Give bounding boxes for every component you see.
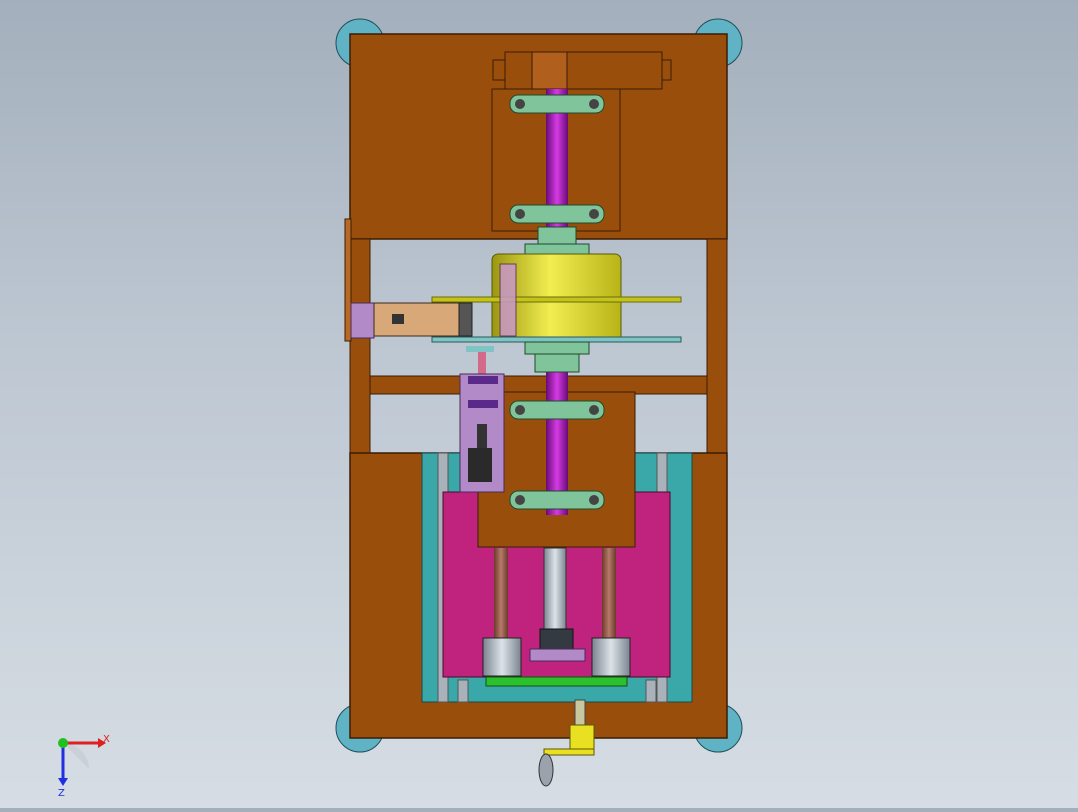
crank-handle xyxy=(538,753,554,787)
assembly-drawing[interactable]: X Z xyxy=(0,0,1078,808)
y-axis-dot xyxy=(58,738,68,748)
linear-bearing-left xyxy=(482,637,522,677)
upper-disc xyxy=(431,296,682,303)
sensor-bracket[interactable] xyxy=(459,346,505,493)
lead-screw xyxy=(543,547,567,631)
arm-body xyxy=(373,302,460,337)
side-mount-plate xyxy=(344,218,352,342)
bearing-2 xyxy=(509,204,605,224)
cad-viewport[interactable]: X Z xyxy=(0,0,1078,808)
crank-arm xyxy=(543,748,595,756)
side-arm[interactable] xyxy=(350,302,473,339)
top-motor-housing xyxy=(504,51,663,90)
bearing-3 xyxy=(509,400,605,420)
arm-mount xyxy=(350,302,375,339)
bearing-4 xyxy=(509,490,605,510)
view-orientation-triad: X Z xyxy=(58,734,110,799)
frame-cross-beam xyxy=(369,375,708,395)
frame-right-post xyxy=(706,238,728,454)
z-axis-label: Z xyxy=(58,788,65,799)
lower-disc xyxy=(431,336,682,343)
linear-bearing-right xyxy=(591,637,631,677)
crank-hub xyxy=(569,724,595,750)
bearing-1 xyxy=(509,94,605,114)
green-base-strip xyxy=(485,676,628,687)
screw-nut-block xyxy=(539,628,574,652)
guide-rod-left xyxy=(494,548,508,638)
guide-rod-right xyxy=(602,548,616,638)
x-axis-label: X xyxy=(103,734,110,745)
frame-left-post xyxy=(349,238,371,454)
